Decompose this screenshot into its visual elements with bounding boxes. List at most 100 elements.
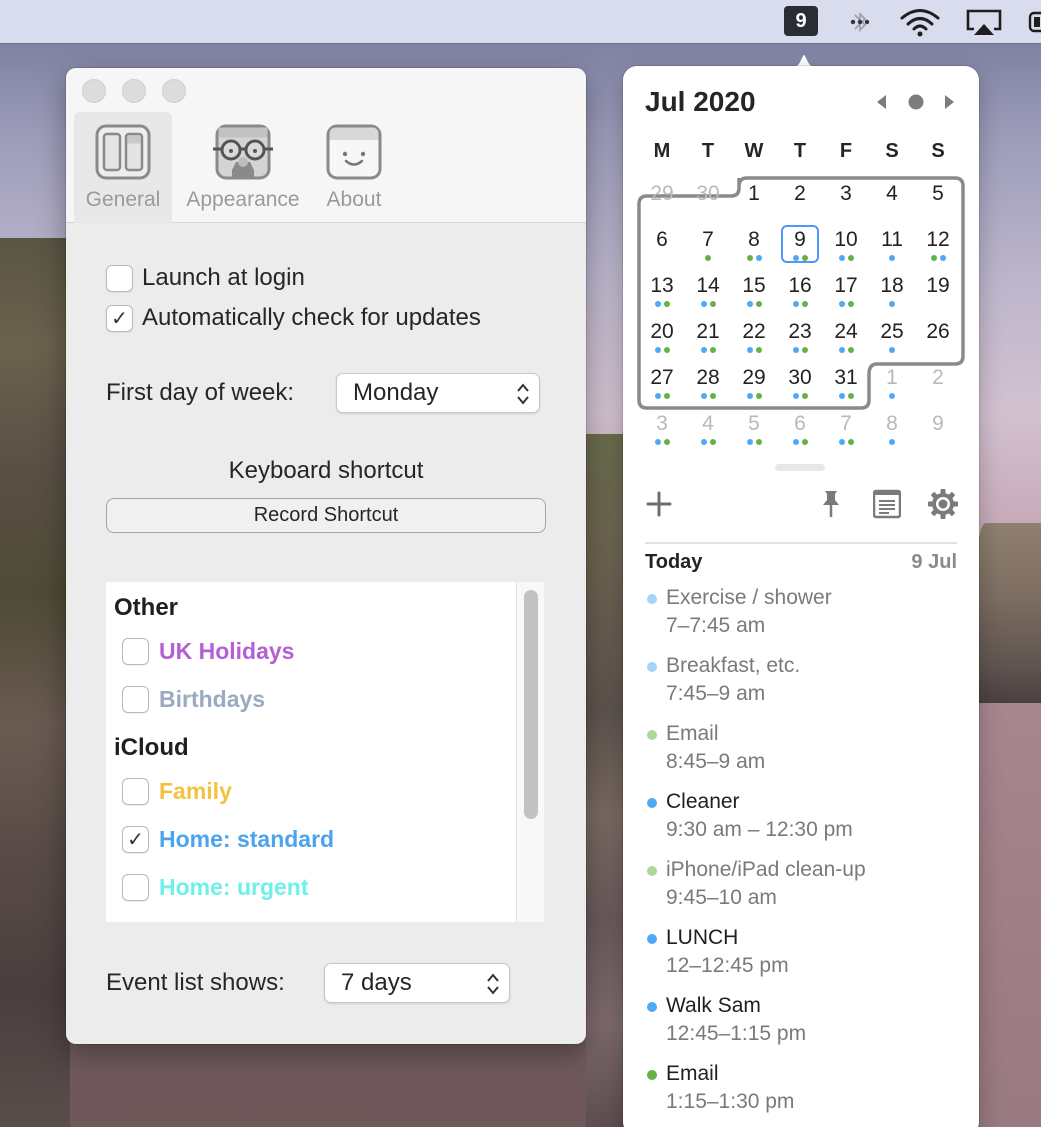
event-time: 9:45–10 am <box>666 886 777 909</box>
calendar-day[interactable]: 18 <box>869 268 915 314</box>
launch-at-login-checkbox[interactable] <box>106 264 133 292</box>
today-button[interactable] <box>903 90 929 114</box>
calendar-day[interactable]: 20 <box>639 314 685 360</box>
calendar-day[interactable]: 16 <box>777 268 823 314</box>
calendar-day[interactable]: 5 <box>731 406 777 452</box>
add-event-button[interactable] <box>643 488 675 520</box>
calendar-day[interactable]: 24 <box>823 314 869 360</box>
menu-bar: 9 <box>0 0 1041 44</box>
day-number: 12 <box>926 228 950 251</box>
event-dots <box>639 439 685 445</box>
calendar-day[interactable]: 15 <box>731 268 777 314</box>
green-event-dot <box>847 255 854 261</box>
calendar-day[interactable]: 29 <box>639 176 685 222</box>
calendar-day[interactable]: 19 <box>915 268 961 314</box>
calendar-day[interactable]: 6 <box>639 222 685 268</box>
calendar-day[interactable]: 2 <box>915 360 961 406</box>
calendar-list-scrollbar[interactable] <box>516 582 544 922</box>
calendar-day[interactable]: 30 <box>777 360 823 406</box>
first-day-select[interactable]: Monday <box>336 373 540 413</box>
calendar-toggle-row[interactable]: ✓ Home: standard <box>122 826 334 853</box>
airplay-icon[interactable] <box>962 6 1006 38</box>
event-title: iPhone/iPad clean-up <box>666 858 866 881</box>
calendar-day[interactable]: 9 <box>915 406 961 452</box>
blue-event-dot <box>838 393 845 399</box>
calendar-day[interactable]: 8 <box>869 406 915 452</box>
calendar-day[interactable]: 17 <box>823 268 869 314</box>
event-list-select[interactable]: 7 days <box>324 963 510 1003</box>
pin-button[interactable] <box>815 488 847 520</box>
calendar-day[interactable]: 5 <box>915 176 961 222</box>
calendar-checkbox[interactable] <box>122 686 149 713</box>
calendar-day-today[interactable]: 9 <box>777 222 823 268</box>
calendar-toggle-row[interactable]: UK Holidays <box>122 638 294 665</box>
calendar-day[interactable]: 30 <box>685 176 731 222</box>
calendar-checkbox[interactable] <box>122 874 149 901</box>
calendar-day[interactable]: 31 <box>823 360 869 406</box>
calendar-toggle-row[interactable]: Birthdays <box>122 686 265 713</box>
calendar-day[interactable]: 2 <box>777 176 823 222</box>
event-dots <box>685 347 731 353</box>
day-number: 16 <box>788 274 812 297</box>
calendar-checkbox[interactable]: ✓ <box>122 826 149 853</box>
battery-icon[interactable] <box>1028 6 1041 38</box>
calendar-day[interactable]: 14 <box>685 268 731 314</box>
tab-about[interactable]: About <box>316 112 392 223</box>
calendar-day[interactable]: 4 <box>869 176 915 222</box>
resize-handle[interactable] <box>775 464 825 471</box>
wifi-icon[interactable] <box>898 6 942 38</box>
tab-appearance[interactable]: Appearance <box>176 112 310 223</box>
calendar-day[interactable]: 23 <box>777 314 823 360</box>
zoom-window-button[interactable] <box>162 79 186 103</box>
calendar-day[interactable]: 8 <box>731 222 777 268</box>
bluetooth-icon[interactable] <box>846 6 874 38</box>
auto-update-checkbox[interactable]: ✓ <box>106 304 133 332</box>
tab-general[interactable]: General <box>74 112 172 223</box>
calendar-day[interactable]: 13 <box>639 268 685 314</box>
day-number: 25 <box>880 320 904 343</box>
calendar-day[interactable]: 3 <box>639 406 685 452</box>
event-list-button[interactable] <box>871 488 903 520</box>
day-number: 28 <box>696 366 720 389</box>
calendar-toggle-row[interactable]: Family <box>122 778 232 805</box>
calendar-day[interactable]: 7 <box>823 406 869 452</box>
event-dots <box>823 209 869 215</box>
calendar-day[interactable]: 27 <box>639 360 685 406</box>
launch-at-login-row[interactable]: Launch at login <box>106 264 305 292</box>
calendar-day[interactable]: 4 <box>685 406 731 452</box>
calendar-day[interactable]: 3 <box>823 176 869 222</box>
calendar-day[interactable]: 25 <box>869 314 915 360</box>
blue-event-dot <box>700 439 707 445</box>
event-time: 8:45–9 am <box>666 750 766 773</box>
calendar-day[interactable]: 10 <box>823 222 869 268</box>
calendar-checkbox[interactable] <box>122 778 149 805</box>
calendar-day[interactable]: 21 <box>685 314 731 360</box>
event-dots <box>731 439 777 445</box>
settings-button[interactable] <box>927 488 959 520</box>
calendar-day[interactable]: 22 <box>731 314 777 360</box>
auto-update-label: Automatically check for updates <box>142 304 481 331</box>
close-window-button[interactable] <box>82 79 106 103</box>
calendar-day[interactable]: 12 <box>915 222 961 268</box>
blue-event-dot <box>746 393 753 399</box>
calendar-day[interactable]: 26 <box>915 314 961 360</box>
calendar-day[interactable]: 29 <box>731 360 777 406</box>
record-shortcut-button[interactable]: Record Shortcut <box>106 498 546 533</box>
minimize-window-button[interactable] <box>122 79 146 103</box>
day-number: 27 <box>650 366 674 389</box>
auto-update-row[interactable]: ✓ Automatically check for updates <box>106 304 481 332</box>
calendar-day[interactable]: 7 <box>685 222 731 268</box>
calendar-day[interactable]: 1 <box>731 176 777 222</box>
calendar-menubar-item[interactable]: 9 <box>784 6 818 36</box>
calendar-day[interactable]: 28 <box>685 360 731 406</box>
general-panes-icon <box>95 124 151 180</box>
calendar-day[interactable]: 11 <box>869 222 915 268</box>
previous-month-button[interactable] <box>869 90 895 114</box>
calendar-day[interactable]: 1 <box>869 360 915 406</box>
calendar-toggle-row[interactable]: Home: urgent <box>122 874 309 901</box>
calendar-day[interactable]: 6 <box>777 406 823 452</box>
day-number: 22 <box>742 320 766 343</box>
next-month-button[interactable] <box>936 90 962 114</box>
scrollbar-thumb[interactable] <box>524 590 538 819</box>
calendar-checkbox[interactable] <box>122 638 149 665</box>
